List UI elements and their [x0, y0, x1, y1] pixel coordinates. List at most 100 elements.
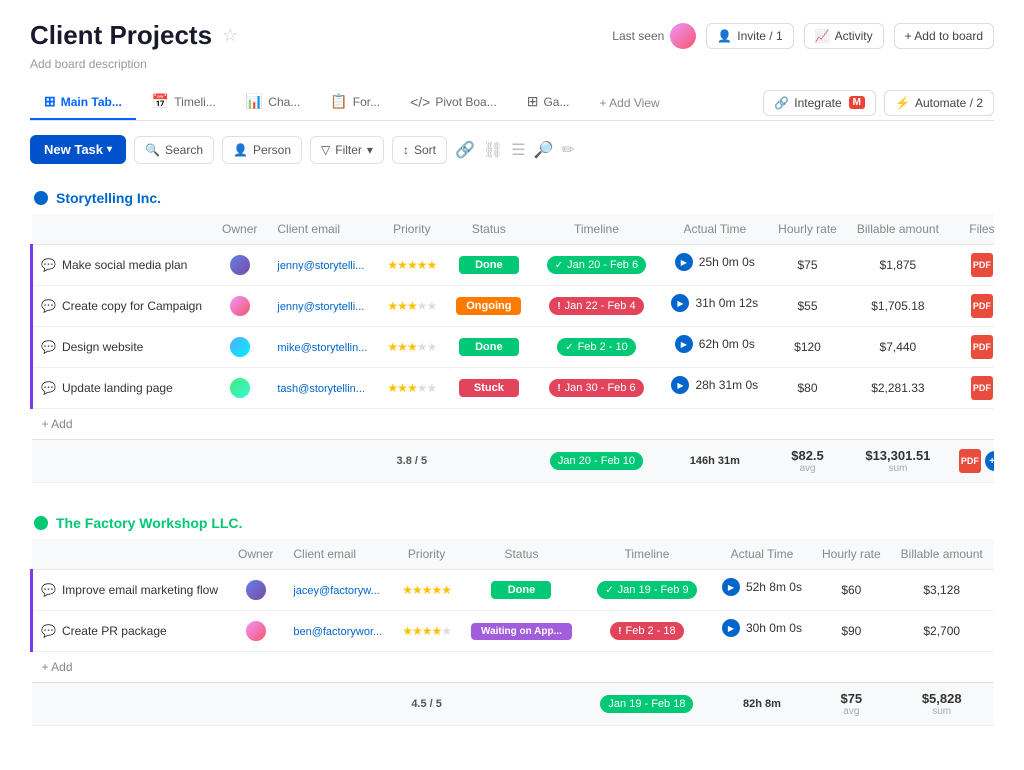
sort-icon: ↕ — [403, 143, 409, 157]
add-task-row[interactable]: + Add — [32, 652, 995, 683]
play-timer-button[interactable]: ▶ — [722, 619, 740, 637]
tab-chart[interactable]: 📊 Cha... — [232, 85, 314, 120]
add-task-row[interactable]: + Add — [32, 409, 995, 440]
unlink-icon[interactable]: ⛓ — [483, 140, 503, 160]
play-timer-button[interactable]: ▶ — [722, 578, 740, 596]
search-button[interactable]: 🔍 Search — [134, 136, 214, 164]
col-task — [32, 214, 213, 245]
new-task-button[interactable]: New Task ▾ — [30, 135, 126, 164]
status-badge[interactable]: Done — [459, 256, 519, 274]
table-row: 💬 Update landing page tash@storytellin..… — [32, 368, 995, 409]
status-badge[interactable]: Stuck — [459, 379, 519, 397]
play-timer-button[interactable]: ▶ — [671, 294, 689, 312]
billable-amount: $2,281.33 — [871, 381, 924, 395]
group-name-factory[interactable]: The Factory Workshop LLC. — [56, 515, 242, 531]
priority-stars[interactable]: ★★★★★ — [387, 381, 436, 395]
task-name[interactable]: 💬 Create PR package — [41, 624, 218, 638]
file-icon[interactable]: PDF — [971, 294, 993, 318]
pivot-tab-icon: </> — [410, 94, 430, 110]
group-factory: The Factory Workshop LLC. Owner Client e… — [30, 507, 994, 726]
priority-stars[interactable]: ★★★★★ — [387, 258, 436, 272]
group-name-storytelling[interactable]: Storytelling Inc. — [56, 190, 161, 206]
col-actual-time: Actual Time — [661, 214, 768, 245]
col-owner: Owner — [212, 214, 267, 245]
tabs-row: ⊞ Main Tab... 📅 Timeli... 📊 Cha... 📋 For… — [30, 85, 994, 121]
tab-form[interactable]: 📋 For... — [316, 85, 394, 120]
hourly-rate: $60 — [841, 583, 861, 597]
col-timeline: Timeline — [531, 214, 661, 245]
edit-icon[interactable]: ✏ — [561, 140, 574, 160]
rows-icon[interactable]: ☰ — [511, 140, 525, 160]
priority-stars[interactable]: ★★★★★ — [387, 340, 436, 354]
search2-icon[interactable]: 🔎 — [534, 140, 554, 160]
integrate-icon: 🔗 — [774, 96, 789, 110]
client-email[interactable]: jacey@factoryw... — [293, 585, 379, 597]
group-header-storytelling: Storytelling Inc. — [30, 182, 994, 214]
star-icon[interactable]: ☆ — [222, 25, 238, 46]
client-email[interactable]: mike@storytellin... — [277, 342, 367, 354]
tab-main[interactable]: ⊞ Main Tab... — [30, 85, 136, 120]
person-button[interactable]: 👤 Person — [222, 136, 302, 164]
hourly-rate: $80 — [798, 381, 818, 395]
priority-stars[interactable]: ★★★★★ — [402, 583, 451, 597]
automate-button[interactable]: ⚡ Automate / 2 — [884, 90, 994, 116]
comment-icon: 💬 — [41, 583, 56, 597]
task-name[interactable]: 💬 Design website — [41, 340, 202, 354]
add-view-button[interactable]: + Add View — [585, 88, 673, 118]
tab-timeline[interactable]: 📅 Timeli... — [138, 85, 230, 120]
play-timer-button[interactable]: ▶ — [675, 253, 693, 271]
table-row: 💬 Design website mike@storytellin... ★★★… — [32, 327, 995, 368]
summary-row: 4.5 / 5 Jan 19 - Feb 18 82h 8m $75 avg $… — [32, 683, 995, 726]
client-email[interactable]: tash@storytellin... — [277, 383, 365, 395]
file-icon[interactable]: PDF — [971, 253, 993, 277]
person-icon: 👤 — [233, 143, 248, 157]
play-timer-button[interactable]: ▶ — [671, 376, 689, 394]
priority-stars[interactable]: ★★★★★ — [387, 299, 436, 313]
client-email[interactable]: jenny@storytelli... — [277, 301, 364, 313]
task-name[interactable]: 💬 Improve email marketing flow — [41, 583, 218, 597]
task-name[interactable]: 💬 Make social media plan — [41, 258, 202, 272]
timeline-badge: ✓ Jan 19 - Feb 9 — [597, 581, 696, 599]
timeline-badge: ! Jan 30 - Feb 6 — [549, 379, 643, 397]
summary-file-icon: PDF — [959, 449, 981, 473]
main-tab-icon: ⊞ — [44, 93, 56, 110]
status-badge[interactable]: Ongoing — [456, 297, 521, 315]
task-name[interactable]: 💬 Update landing page — [41, 381, 202, 395]
comment-icon: 💬 — [41, 258, 56, 272]
client-email[interactable]: jenny@storytelli... — [277, 260, 364, 272]
actual-time: 62h 0m 0s — [699, 337, 755, 351]
table-row: 💬 Make social media plan jenny@storytell… — [32, 245, 995, 286]
group-storytelling: Storytelling Inc. Owner Client email Pri… — [30, 182, 994, 483]
client-email[interactable]: ben@factorywor... — [293, 626, 382, 638]
sort-button[interactable]: ↕ Sort — [392, 136, 447, 164]
avatar — [245, 620, 267, 642]
factory-table: Owner Client email Priority Status Timel… — [30, 539, 994, 726]
add-to-board-button[interactable]: + Add to board — [894, 23, 994, 49]
actual-time: 30h 0m 0s — [746, 621, 802, 635]
col-email: Client email — [267, 214, 377, 245]
tab-pivot[interactable]: </> Pivot Boa... — [396, 86, 511, 120]
file-icon[interactable]: PDF — [971, 376, 993, 400]
summary-row: 3.8 / 5 Jan 20 - Feb 10 146h 31m $82.5 a… — [32, 440, 995, 483]
invite-button[interactable]: 👤 Invite / 1 — [706, 23, 793, 49]
billable-amount: $3,128 — [923, 583, 960, 597]
link-icon[interactable]: 🔗 — [455, 140, 475, 160]
hourly-rate: $90 — [841, 624, 861, 638]
activity-button[interactable]: 📈 Activity — [804, 23, 884, 49]
play-timer-button[interactable]: ▶ — [675, 335, 693, 353]
board-description[interactable]: Add board description — [30, 57, 994, 71]
form-tab-icon: 📋 — [330, 93, 347, 110]
status-badge[interactable]: Done — [459, 338, 519, 356]
filter-button[interactable]: ▽ Filter ▾ — [310, 136, 384, 164]
table-row: 💬 Improve email marketing flow jacey@fac… — [32, 570, 995, 611]
status-badge[interactable]: Waiting on App... — [471, 623, 572, 640]
billable-amount: $7,440 — [880, 340, 917, 354]
tab-gallery[interactable]: ⊞ Ga... — [513, 85, 584, 120]
file-icon[interactable]: PDF — [971, 335, 993, 359]
group-header-factory: The Factory Workshop LLC. — [30, 507, 994, 539]
status-badge[interactable]: Done — [491, 581, 551, 599]
priority-stars[interactable]: ★★★★★ — [402, 624, 451, 638]
task-name[interactable]: 💬 Create copy for Campaign — [41, 299, 202, 313]
col-billable-f: Billable amount — [891, 539, 993, 570]
integrate-button[interactable]: 🔗 Integrate M — [763, 90, 876, 116]
